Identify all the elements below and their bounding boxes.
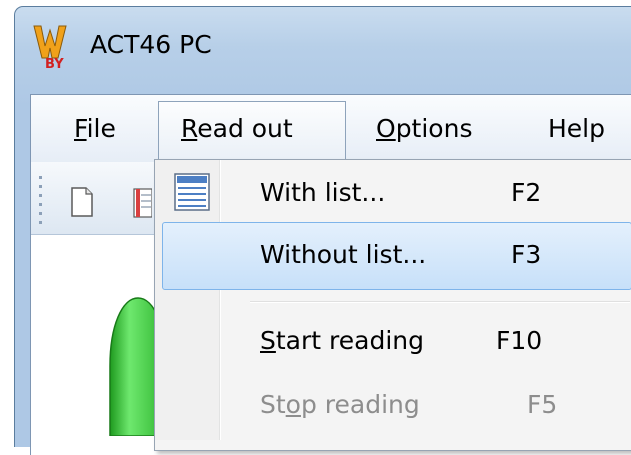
menu-item-without-list[interactable]: Without list...: [260, 238, 426, 272]
menu-options[interactable]: Options: [376, 112, 472, 146]
window-title: ACT46 PC: [90, 30, 212, 59]
menu-read-out[interactable]: Read out: [181, 112, 293, 146]
app-logo-icon: BY: [33, 25, 67, 70]
dropdown-icon-column-edge: [220, 160, 221, 440]
svg-text:BY: BY: [45, 57, 64, 70]
list-icon: [174, 173, 210, 211]
menu-item-start-reading-label: tart reading: [275, 326, 424, 355]
new-document-icon[interactable]: [70, 185, 94, 219]
list-icon[interactable]: [132, 185, 152, 219]
menu-item-stop-reading-prefix: St: [260, 390, 286, 419]
shortcut-start-reading: F10: [496, 326, 543, 355]
shortcut-stop-reading: F5: [527, 390, 558, 419]
menu-item-start-reading-accel: S: [260, 326, 276, 355]
menu-help[interactable]: Help: [548, 112, 605, 146]
menu-item-without-list-label: Without list...: [260, 240, 427, 269]
menu-item-stop-reading-label: p reading: [300, 390, 420, 419]
menu-read-out-accel: R: [181, 114, 198, 143]
menu-options-label: ptions: [395, 114, 473, 143]
menu-file[interactable]: File: [74, 112, 116, 146]
menu-separator-highlight: [250, 302, 630, 303]
menu-help-label: Help: [548, 114, 605, 143]
menu-read-out-label: ead out: [197, 114, 293, 143]
shortcut-without-list: F3: [511, 240, 542, 269]
menu-file-accel: F: [74, 114, 87, 143]
menu-item-stop-reading: Stop reading: [260, 388, 420, 422]
shortcut-with-list: F2: [511, 178, 542, 207]
menu-item-stop-reading-accel: o: [285, 390, 301, 419]
toolbar-grip[interactable]: [38, 176, 44, 224]
menu-file-label: ile: [86, 114, 116, 143]
menu-item-with-list-label: With list...: [260, 178, 386, 207]
menu-item-with-list[interactable]: With list...: [260, 176, 385, 210]
menu-item-start-reading[interactable]: Start reading: [260, 324, 424, 358]
menu-options-accel: O: [376, 114, 396, 143]
